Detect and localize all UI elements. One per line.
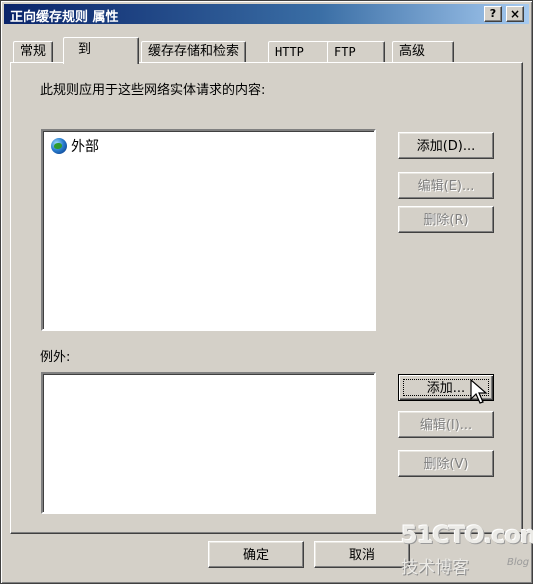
applies-to-label: 此规则应用于这些网络实体请求的内容:	[40, 83, 266, 98]
edit-entity-button[interactable]: 编辑(E)...	[398, 172, 494, 199]
exceptions-label: 例外:	[40, 350, 71, 365]
cancel-button[interactable]: 取消	[314, 541, 410, 568]
close-button[interactable]: ×	[506, 6, 524, 22]
tab-advanced[interactable]: 高级	[392, 41, 454, 63]
mouse-pointer-icon	[470, 379, 488, 404]
globe-icon	[51, 138, 67, 154]
tab-http[interactable]: HTTP	[268, 41, 330, 63]
remove-entity-button[interactable]: 删除(R)	[398, 206, 494, 233]
tab-general[interactable]: 常规	[13, 41, 54, 63]
tab-cache-storage[interactable]: 缓存存储和检索	[141, 41, 247, 63]
remove-exception-button[interactable]: 删除(V)	[398, 450, 494, 477]
window-title: 正向缓存规则 属性	[10, 10, 119, 25]
properties-dialog: 正向缓存规则 属性 ? × 常规 到 缓存存储和检索 HTTP FTP 高级 此…	[0, 0, 533, 584]
network-entities-list[interactable]: 外部	[41, 129, 376, 331]
add-entity-button[interactable]: 添加(D)...	[398, 132, 494, 159]
ok-button[interactable]: 确定	[208, 541, 304, 568]
help-button[interactable]: ?	[484, 6, 502, 22]
edit-exception-button[interactable]: 编辑(I)...	[398, 411, 494, 438]
tab-to[interactable]: 到	[63, 37, 139, 64]
exceptions-list[interactable]	[41, 372, 376, 514]
tab-ftp[interactable]: FTP	[327, 41, 385, 63]
watermark-blog: Blog	[507, 557, 530, 568]
list-item[interactable]: 外部	[51, 136, 99, 156]
list-item-label: 外部	[71, 139, 99, 155]
watermark-tagline: 技术博客	[401, 558, 469, 578]
title-bar[interactable]: 正向缓存规则 属性 ? ×	[4, 4, 529, 25]
